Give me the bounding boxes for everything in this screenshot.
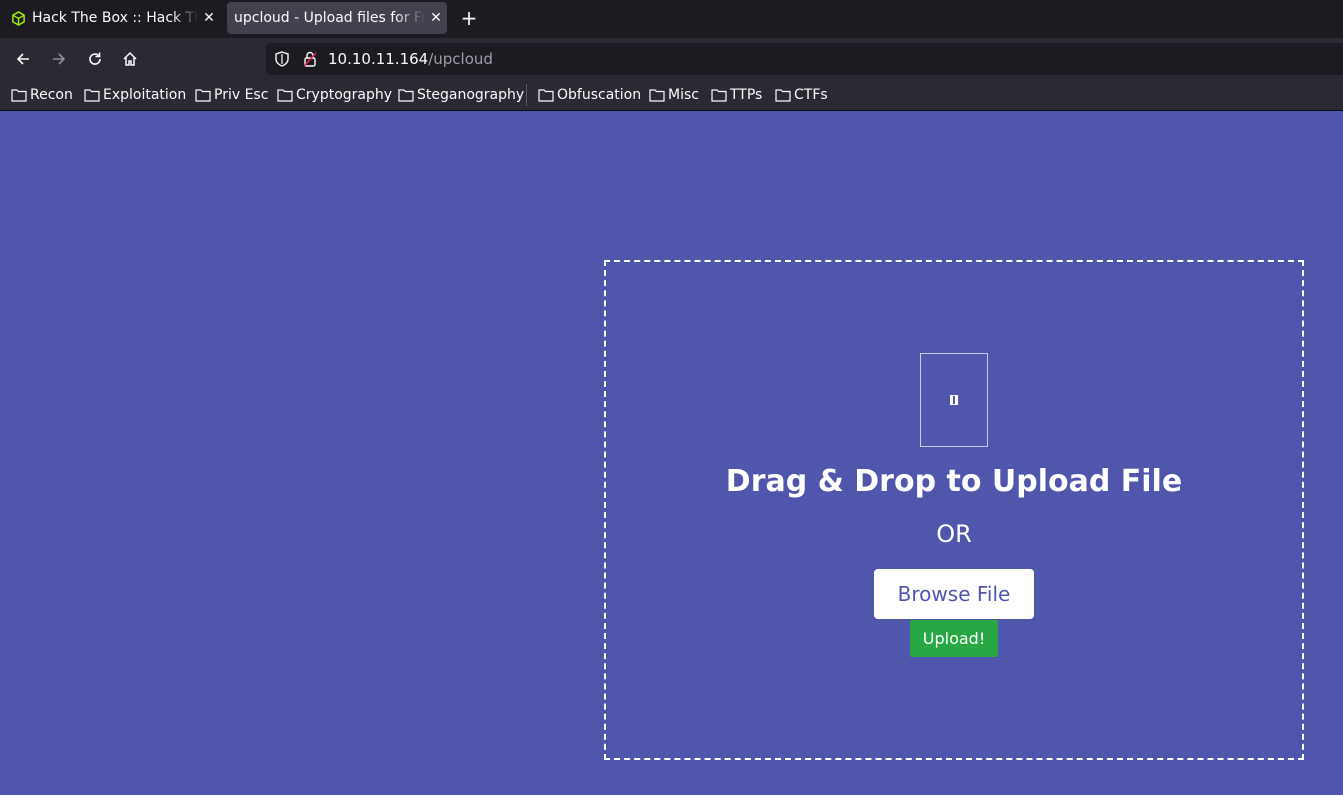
bookmark-separator — [526, 84, 527, 106]
tab-strip: Hack The Box :: Hack The Box ✕ upcloud -… — [0, 0, 1343, 38]
file-icon — [920, 353, 988, 447]
folder-icon — [649, 89, 665, 102]
or-label: OR — [936, 520, 972, 548]
missing-image-glyph — [950, 395, 958, 405]
url-path: /upcloud — [428, 50, 493, 68]
bookmark-recon[interactable]: Recon — [11, 85, 73, 105]
bookmark-cryptography[interactable]: Cryptography — [277, 85, 392, 105]
folder-icon — [775, 89, 791, 102]
bookmark-misc[interactable]: Misc — [649, 85, 699, 105]
browse-file-button[interactable]: Browse File — [874, 569, 1034, 619]
forward-arrow-icon[interactable] — [47, 47, 71, 71]
new-tab-button[interactable]: + — [458, 7, 480, 29]
bookmark-ttps[interactable]: TTPs — [711, 85, 762, 105]
back-arrow-icon[interactable] — [11, 47, 35, 71]
folder-icon — [277, 89, 293, 102]
close-icon[interactable]: ✕ — [425, 10, 447, 26]
folder-icon — [11, 89, 27, 102]
drop-zone-title: Drag & Drop to Upload File — [725, 464, 1183, 499]
bookmark-label: Obfuscation — [557, 87, 642, 103]
bookmark-label: Exploitation — [103, 87, 187, 103]
tab-hack-the-box[interactable]: Hack The Box :: Hack The Box ✕ — [0, 2, 220, 34]
bookmark-obfuscation[interactable]: Obfuscation — [538, 85, 641, 105]
tab-label: upcloud - Upload files for Free! — [234, 10, 425, 26]
bookmark-exploitation[interactable]: Exploitation — [84, 85, 186, 105]
bookmark-label: Misc — [668, 87, 699, 103]
url-text: 10.10.11.164/upcloud — [328, 50, 493, 68]
tab-label: Hack The Box :: Hack The Box — [32, 10, 198, 26]
home-icon[interactable] — [118, 47, 142, 71]
bookmark-label: Recon — [30, 87, 73, 103]
bookmark-ctfs[interactable]: CTFs — [775, 85, 828, 105]
reload-icon[interactable] — [83, 47, 107, 71]
close-icon[interactable]: ✕ — [198, 10, 220, 26]
htb-cube-icon — [10, 10, 26, 26]
bookmark-label: CTFs — [794, 87, 828, 103]
folder-icon — [538, 89, 554, 102]
bookmark-label: Cryptography — [296, 87, 393, 103]
shield-icon[interactable] — [274, 51, 290, 71]
url-bar[interactable]: 10.10.11.164/upcloud — [266, 43, 1343, 75]
navigation-toolbar: 10.10.11.164/upcloud — [0, 38, 1343, 80]
upload-button[interactable]: Upload! — [910, 620, 998, 657]
bookmark-label: Steganography — [417, 87, 525, 103]
bookmarks-toolbar: Recon Exploitation Priv Esc Cryptography… — [0, 80, 1343, 111]
url-host: 10.10.11.164 — [328, 50, 429, 68]
folder-icon — [84, 89, 100, 102]
folder-icon — [195, 89, 211, 102]
drop-zone[interactable] — [604, 260, 1304, 760]
bookmark-label: Priv Esc — [214, 87, 269, 103]
bookmark-priv-esc[interactable]: Priv Esc — [195, 85, 268, 105]
insecure-lock-icon[interactable] — [302, 50, 318, 72]
folder-icon — [398, 89, 414, 102]
tab-upcloud[interactable]: upcloud - Upload files for Free! ✕ — [227, 2, 447, 34]
bookmark-label: TTPs — [730, 87, 763, 103]
bookmark-steganography[interactable]: Steganography — [398, 85, 524, 105]
folder-icon — [711, 89, 727, 102]
